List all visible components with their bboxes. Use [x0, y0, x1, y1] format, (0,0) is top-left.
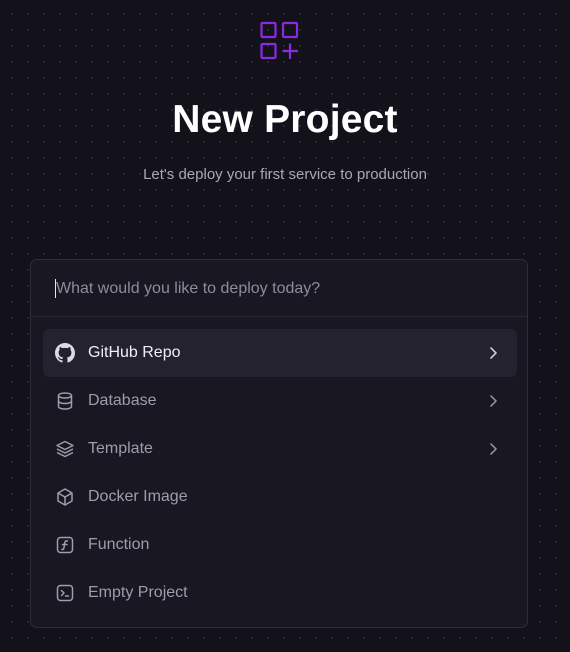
menu-item-docker-image[interactable]: Docker Image — [43, 473, 517, 521]
cube-icon — [57, 488, 73, 506]
menu-item-label: Empty Project — [88, 584, 188, 601]
function-icon — [56, 536, 74, 554]
menu-item-template[interactable]: Template — [43, 425, 517, 473]
deploy-menu-card: GitHub Repo Database — [30, 259, 528, 628]
menu-item-function[interactable]: Function — [43, 521, 517, 569]
menu-item-database[interactable]: Database — [43, 377, 517, 425]
text-caret — [55, 279, 56, 298]
grid-plus-icon — [260, 21, 299, 60]
database-icon — [57, 392, 73, 410]
page-title: New Project — [172, 98, 398, 141]
terminal-icon — [56, 584, 74, 602]
menu-item-label: Database — [88, 392, 157, 409]
search-input[interactable] — [54, 277, 496, 301]
github-icon — [55, 343, 75, 363]
menu-item-label: Function — [88, 536, 150, 553]
menu-item-empty-project[interactable]: Empty Project — [43, 569, 517, 617]
layers-icon — [56, 440, 74, 458]
menu-item-github-repo[interactable]: GitHub Repo — [43, 329, 517, 377]
deploy-options-list: GitHub Repo Database Template Docker Ima… — [43, 329, 517, 617]
menu-item-label: GitHub Repo — [88, 344, 181, 361]
menu-item-label: Template — [88, 440, 153, 457]
chevron-right-icon — [490, 395, 497, 407]
chevron-right-icon — [490, 347, 497, 359]
page-subtitle: Let's deploy your first service to produ… — [143, 166, 427, 183]
chevron-right-icon — [490, 443, 497, 455]
menu-item-label: Docker Image — [88, 488, 188, 505]
search-bar — [31, 260, 527, 317]
